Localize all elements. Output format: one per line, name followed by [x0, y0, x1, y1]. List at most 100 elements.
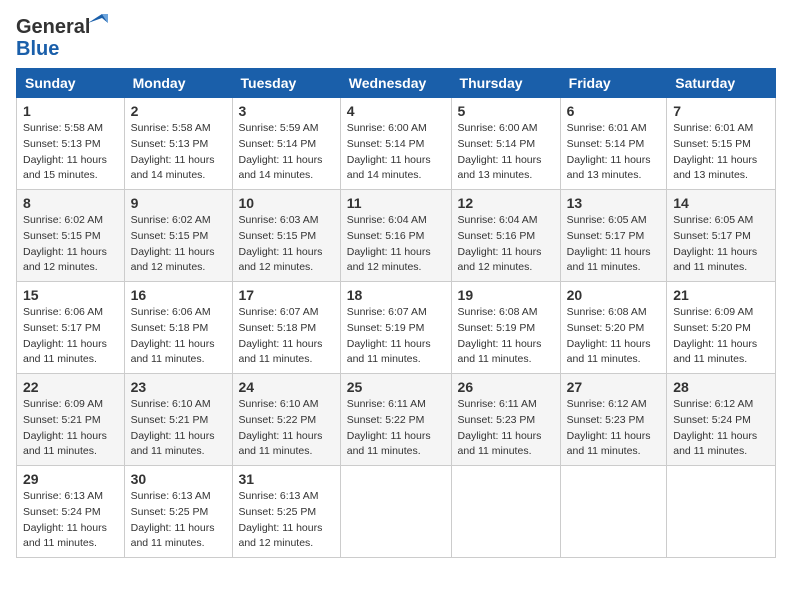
calendar-cell: 3 Sunrise: 5:59 AM Sunset: 5:14 PM Dayli…: [232, 98, 340, 190]
sunset-label: Sunset: 5:25 PM: [239, 506, 317, 518]
sunrise-label: Sunrise: 6:12 AM: [673, 398, 753, 410]
sunrise-label: Sunrise: 6:07 AM: [239, 306, 319, 318]
sunset-label: Sunset: 5:14 PM: [458, 138, 536, 150]
sunrise-label: Sunrise: 6:01 AM: [567, 122, 647, 134]
sunrise-label: Sunrise: 6:13 AM: [239, 490, 319, 502]
day-number: 20: [567, 287, 661, 303]
sunset-label: Sunset: 5:14 PM: [239, 138, 317, 150]
day-info: Sunrise: 6:11 AM Sunset: 5:22 PM Dayligh…: [347, 397, 445, 460]
daylight-label: Daylight: 11 hours and 11 minutes.: [239, 338, 323, 366]
calendar-cell: 11 Sunrise: 6:04 AM Sunset: 5:16 PM Dayl…: [340, 190, 451, 282]
calendar-cell: 10 Sunrise: 6:03 AM Sunset: 5:15 PM Dayl…: [232, 190, 340, 282]
day-info: Sunrise: 6:01 AM Sunset: 5:15 PM Dayligh…: [673, 121, 769, 184]
day-info: Sunrise: 6:07 AM Sunset: 5:18 PM Dayligh…: [239, 305, 334, 368]
sunset-label: Sunset: 5:15 PM: [23, 230, 101, 242]
daylight-label: Daylight: 11 hours and 12 minutes.: [239, 246, 323, 274]
day-info: Sunrise: 6:06 AM Sunset: 5:18 PM Dayligh…: [131, 305, 226, 368]
calendar-cell: 17 Sunrise: 6:07 AM Sunset: 5:18 PM Dayl…: [232, 282, 340, 374]
day-info: Sunrise: 6:00 AM Sunset: 5:14 PM Dayligh…: [347, 121, 445, 184]
daylight-label: Daylight: 11 hours and 11 minutes.: [567, 338, 651, 366]
daylight-label: Daylight: 11 hours and 11 minutes.: [239, 430, 323, 458]
daylight-label: Daylight: 11 hours and 11 minutes.: [673, 246, 757, 274]
sunrise-label: Sunrise: 5:59 AM: [239, 122, 319, 134]
daylight-label: Daylight: 11 hours and 12 minutes.: [239, 522, 323, 550]
calendar-week-5: 29 Sunrise: 6:13 AM Sunset: 5:24 PM Dayl…: [17, 466, 776, 558]
day-info: Sunrise: 6:02 AM Sunset: 5:15 PM Dayligh…: [23, 213, 118, 276]
sunset-label: Sunset: 5:13 PM: [131, 138, 209, 150]
calendar-cell: 25 Sunrise: 6:11 AM Sunset: 5:22 PM Dayl…: [340, 374, 451, 466]
sunrise-label: Sunrise: 5:58 AM: [23, 122, 103, 134]
calendar-cell: 18 Sunrise: 6:07 AM Sunset: 5:19 PM Dayl…: [340, 282, 451, 374]
calendar-week-1: 1 Sunrise: 5:58 AM Sunset: 5:13 PM Dayli…: [17, 98, 776, 190]
sunrise-label: Sunrise: 6:10 AM: [131, 398, 211, 410]
calendar-week-2: 8 Sunrise: 6:02 AM Sunset: 5:15 PM Dayli…: [17, 190, 776, 282]
sunrise-label: Sunrise: 6:09 AM: [23, 398, 103, 410]
calendar-cell: [667, 466, 776, 558]
calendar-cell: 23 Sunrise: 6:10 AM Sunset: 5:21 PM Dayl…: [124, 374, 232, 466]
calendar-cell: 19 Sunrise: 6:08 AM Sunset: 5:19 PM Dayl…: [451, 282, 560, 374]
calendar-cell: 4 Sunrise: 6:00 AM Sunset: 5:14 PM Dayli…: [340, 98, 451, 190]
daylight-label: Daylight: 11 hours and 11 minutes.: [131, 430, 215, 458]
sunrise-label: Sunrise: 6:07 AM: [347, 306, 427, 318]
calendar-cell: 22 Sunrise: 6:09 AM Sunset: 5:21 PM Dayl…: [17, 374, 125, 466]
day-number: 1: [23, 103, 118, 119]
day-number: 25: [347, 379, 445, 395]
day-number: 28: [673, 379, 769, 395]
sunset-label: Sunset: 5:24 PM: [23, 506, 101, 518]
sunrise-label: Sunrise: 5:58 AM: [131, 122, 211, 134]
sunset-label: Sunset: 5:15 PM: [673, 138, 751, 150]
day-info: Sunrise: 6:08 AM Sunset: 5:19 PM Dayligh…: [458, 305, 554, 368]
daylight-label: Daylight: 11 hours and 12 minutes.: [131, 246, 215, 274]
weekday-header-saturday: Saturday: [667, 69, 776, 98]
day-info: Sunrise: 5:58 AM Sunset: 5:13 PM Dayligh…: [23, 121, 118, 184]
day-info: Sunrise: 6:09 AM Sunset: 5:20 PM Dayligh…: [673, 305, 769, 368]
calendar-cell: 24 Sunrise: 6:10 AM Sunset: 5:22 PM Dayl…: [232, 374, 340, 466]
day-number: 21: [673, 287, 769, 303]
day-number: 8: [23, 195, 118, 211]
sunrise-label: Sunrise: 6:11 AM: [347, 398, 426, 410]
sunrise-label: Sunrise: 6:05 AM: [567, 214, 647, 226]
weekday-header-friday: Friday: [560, 69, 667, 98]
weekday-header-thursday: Thursday: [451, 69, 560, 98]
sunset-label: Sunset: 5:15 PM: [239, 230, 317, 242]
sunset-label: Sunset: 5:23 PM: [567, 414, 645, 426]
calendar-header-row: SundayMondayTuesdayWednesdayThursdayFrid…: [17, 69, 776, 98]
day-info: Sunrise: 6:05 AM Sunset: 5:17 PM Dayligh…: [567, 213, 661, 276]
sunset-label: Sunset: 5:17 PM: [673, 230, 751, 242]
logo-general: General: [16, 16, 90, 38]
sunrise-label: Sunrise: 6:04 AM: [458, 214, 538, 226]
day-number: 29: [23, 471, 118, 487]
sunrise-label: Sunrise: 6:06 AM: [23, 306, 103, 318]
calendar-cell: 14 Sunrise: 6:05 AM Sunset: 5:17 PM Dayl…: [667, 190, 776, 282]
daylight-label: Daylight: 11 hours and 11 minutes.: [131, 338, 215, 366]
daylight-label: Daylight: 11 hours and 12 minutes.: [347, 246, 431, 274]
daylight-label: Daylight: 11 hours and 11 minutes.: [458, 430, 542, 458]
sunrise-label: Sunrise: 6:08 AM: [458, 306, 538, 318]
calendar-cell: 16 Sunrise: 6:06 AM Sunset: 5:18 PM Dayl…: [124, 282, 232, 374]
day-number: 27: [567, 379, 661, 395]
day-number: 22: [23, 379, 118, 395]
daylight-label: Daylight: 11 hours and 12 minutes.: [458, 246, 542, 274]
calendar-week-4: 22 Sunrise: 6:09 AM Sunset: 5:21 PM Dayl…: [17, 374, 776, 466]
day-number: 3: [239, 103, 334, 119]
daylight-label: Daylight: 11 hours and 11 minutes.: [131, 522, 215, 550]
day-info: Sunrise: 6:04 AM Sunset: 5:16 PM Dayligh…: [458, 213, 554, 276]
daylight-label: Daylight: 11 hours and 13 minutes.: [673, 154, 757, 182]
day-number: 15: [23, 287, 118, 303]
sunrise-label: Sunrise: 6:05 AM: [673, 214, 753, 226]
calendar-table: SundayMondayTuesdayWednesdayThursdayFrid…: [16, 68, 776, 558]
calendar-cell: 31 Sunrise: 6:13 AM Sunset: 5:25 PM Dayl…: [232, 466, 340, 558]
calendar-cell: 1 Sunrise: 5:58 AM Sunset: 5:13 PM Dayli…: [17, 98, 125, 190]
sunrise-label: Sunrise: 6:00 AM: [458, 122, 538, 134]
sunrise-label: Sunrise: 6:12 AM: [567, 398, 647, 410]
calendar-cell: [560, 466, 667, 558]
day-number: 17: [239, 287, 334, 303]
sunset-label: Sunset: 5:17 PM: [23, 322, 101, 334]
daylight-label: Daylight: 11 hours and 11 minutes.: [673, 430, 757, 458]
calendar-cell: 27 Sunrise: 6:12 AM Sunset: 5:23 PM Dayl…: [560, 374, 667, 466]
sunset-label: Sunset: 5:19 PM: [458, 322, 536, 334]
day-info: Sunrise: 5:59 AM Sunset: 5:14 PM Dayligh…: [239, 121, 334, 184]
day-number: 9: [131, 195, 226, 211]
sunset-label: Sunset: 5:19 PM: [347, 322, 425, 334]
sunset-label: Sunset: 5:18 PM: [131, 322, 209, 334]
